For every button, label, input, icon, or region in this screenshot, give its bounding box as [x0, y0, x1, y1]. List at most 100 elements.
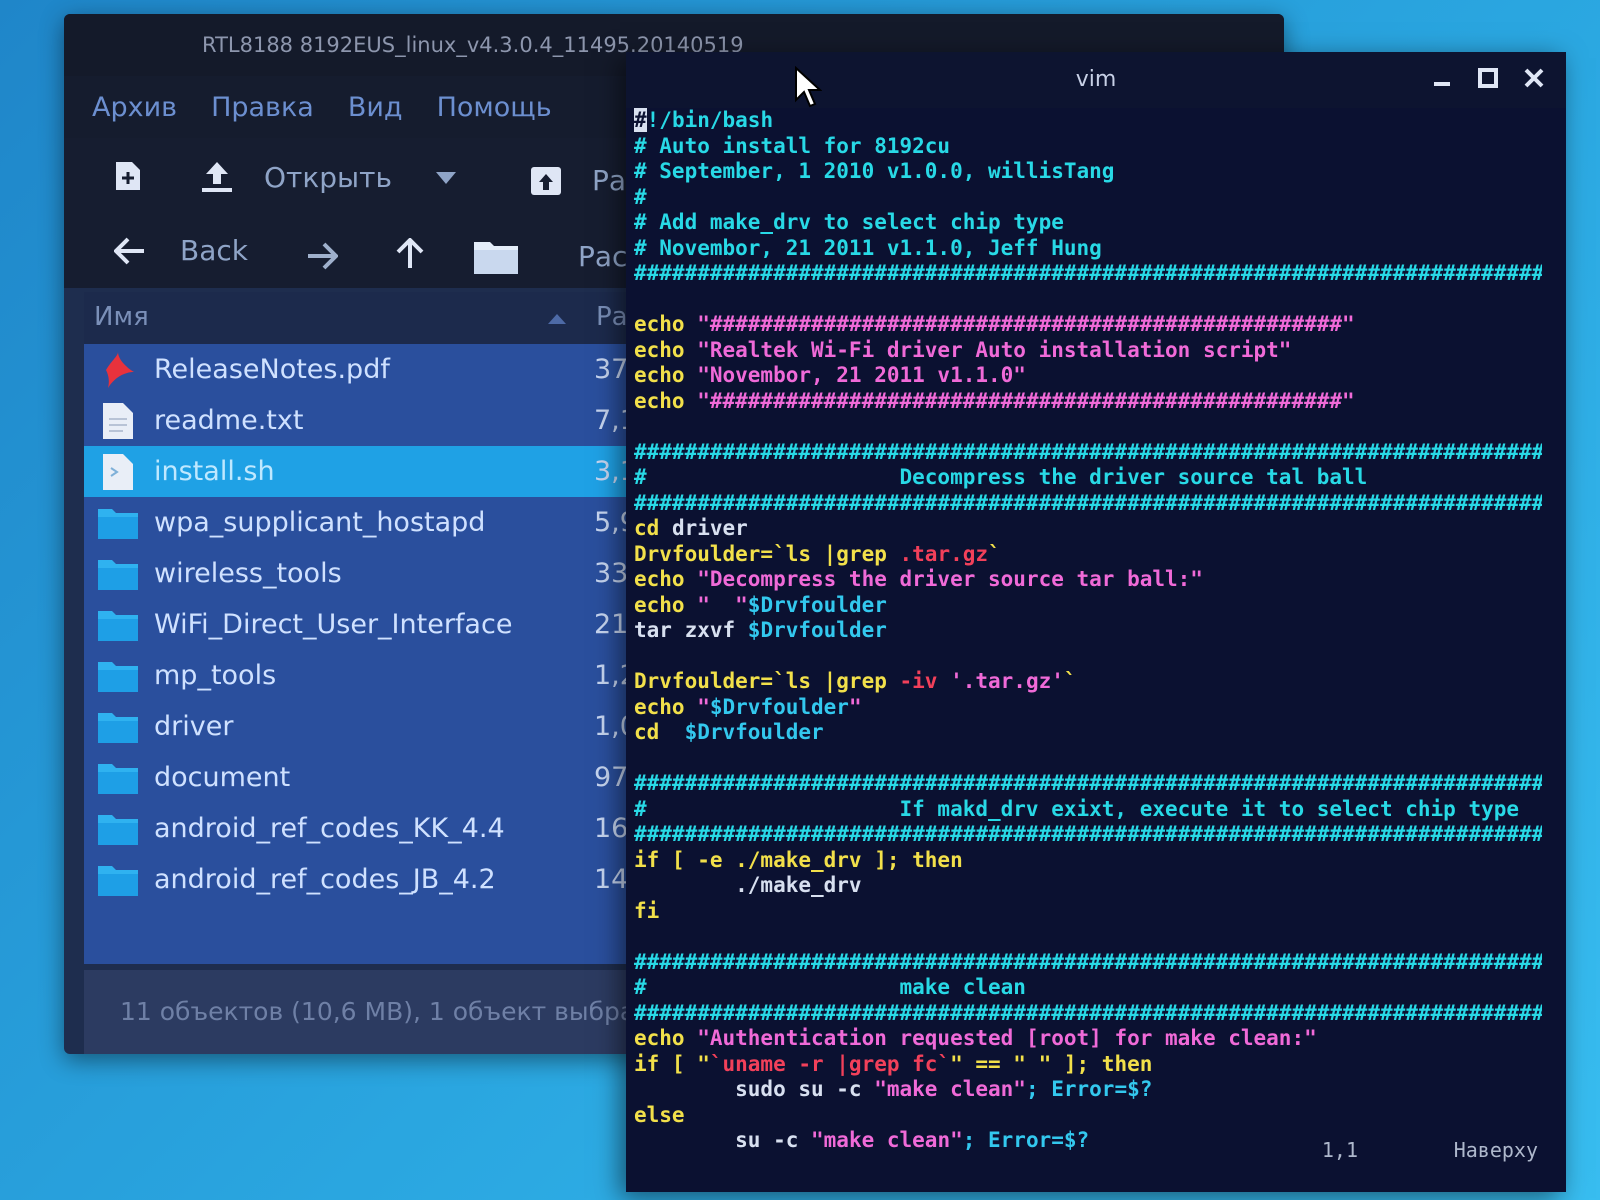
code-token: `ls |grep — [773, 669, 900, 693]
file-row[interactable]: readme.txt 7,1 — [84, 395, 704, 446]
file-row[interactable]: WiFi_Direct_User_Interface 21 — [84, 599, 704, 650]
code-token: "Novembor, 21 2011 v1.1.0" — [697, 363, 1026, 387]
code-token: sudo su -c — [634, 1077, 875, 1101]
menu-view[interactable]: Вид — [348, 92, 403, 123]
close-icon — [1524, 68, 1544, 88]
location-button[interactable]: Рас — [472, 236, 627, 276]
menu-help[interactable]: Помощь — [437, 92, 552, 123]
window-controls — [1430, 66, 1546, 90]
code-token: # If makd_drv exixt, execute it to selec… — [634, 796, 1520, 821]
code-token: ########################################… — [634, 949, 1542, 974]
code-line: #!/bin/bash — [634, 108, 1542, 134]
code-token: # Novembor, 21 2011 v1.1.0, Jeff Hung — [634, 235, 1102, 260]
minimize-button[interactable] — [1430, 66, 1454, 90]
extract-label: Ра — [592, 164, 627, 197]
folder-icon — [96, 860, 140, 900]
code-line: cd driver — [634, 516, 1542, 542]
menu-archive[interactable]: Архив — [92, 92, 177, 123]
file-row[interactable]: android_ref_codes_KK_4.4 16 — [84, 803, 704, 854]
code-token: fi — [634, 898, 660, 923]
code-token: # Auto install for 8192cu — [634, 133, 951, 158]
script-file-icon — [96, 452, 140, 492]
column-size[interactable]: Ра — [596, 302, 628, 332]
code-token: -iv — [899, 669, 951, 693]
code-line: # make clean — [634, 975, 1542, 1001]
maximize-button[interactable] — [1476, 66, 1500, 90]
sort-ascending-icon — [548, 314, 566, 324]
code-line: echo "Novembor, 21 2011 v1.1.0" — [634, 363, 1542, 389]
code-line: echo " "$Drvfoulder — [634, 593, 1542, 619]
code-line: echo "$Drvfoulder" — [634, 695, 1542, 721]
up-button[interactable] — [396, 238, 424, 270]
code-token: ########################################… — [634, 490, 1542, 515]
file-row[interactable]: document 97 — [84, 752, 704, 803]
code-token: ########################################… — [634, 1000, 1542, 1025]
file-row[interactable]: ReleaseNotes.pdf 37 — [84, 344, 704, 395]
menu-edit[interactable]: Правка — [211, 92, 314, 123]
file-list: ReleaseNotes.pdf 37 readme.txt 7,1 install.s… — [84, 344, 704, 964]
file-name: install.sh — [154, 456, 275, 487]
file-name: driver — [154, 711, 234, 742]
file-size: 97 — [594, 762, 629, 793]
code-token: cd — [634, 720, 685, 744]
file-name: readme.txt — [154, 405, 304, 436]
code-line: ########################################… — [634, 261, 1542, 287]
new-archive-button[interactable] — [114, 160, 142, 192]
code-line: cd $Drvfoulder — [634, 720, 1542, 746]
file-row[interactable]: driver 1,0 — [84, 701, 704, 752]
open-dropdown-button[interactable] — [436, 172, 456, 184]
code-token: Drvfoulder= — [634, 541, 774, 566]
file-row[interactable]: mp_tools 1,2 — [84, 650, 704, 701]
column-name[interactable]: Имя — [94, 302, 149, 332]
vim-title: vim — [1075, 67, 1117, 92]
code-token: driver — [671, 516, 748, 540]
code-token: # make clean — [634, 975, 1026, 999]
code-token: $Drvfoulder — [747, 618, 887, 642]
open-button[interactable]: Открыть — [200, 160, 392, 194]
back-button[interactable]: Back — [114, 234, 248, 267]
vim-buffer[interactable]: #!/bin/bash # Auto install for 8192cu # Se… — [634, 108, 1542, 1154]
file-row[interactable]: wireless_tools 33 — [84, 548, 704, 599]
code-token: ########################################… — [634, 822, 1542, 846]
folder-icon — [96, 605, 140, 645]
upload-icon — [202, 162, 232, 192]
maximize-icon — [1478, 68, 1498, 88]
arrow-left-icon — [114, 237, 144, 264]
code-line: Drvfoulder=`ls |grep -iv '.tar.gz'` — [634, 669, 1542, 695]
file-size: 33 — [594, 558, 629, 589]
code-line: echo "Decompress the driver source tar b… — [634, 567, 1542, 593]
code-token: Drvfoulder= — [634, 669, 774, 693]
file-name: wpa_supplicant_hostapd — [154, 507, 486, 538]
code-token: `uname -r |grep fc` — [709, 1051, 951, 1076]
code-line: # Novembor, 21 2011 v1.1.0, Jeff Hung — [634, 236, 1542, 262]
file-name: document — [154, 762, 291, 793]
code-line: ########################################… — [634, 491, 1542, 517]
vim-titlebar: vim — [626, 52, 1566, 108]
code-line: ########################################… — [634, 771, 1542, 797]
code-line: fi — [634, 899, 1542, 925]
code-token: # — [634, 108, 647, 132]
code-token: " == " " ]; then — [950, 1051, 1153, 1076]
code-line: ########################################… — [634, 950, 1542, 976]
code-token: echo — [634, 592, 698, 617]
close-button[interactable] — [1522, 66, 1546, 90]
file-name: ReleaseNotes.pdf — [154, 354, 390, 385]
text-file-icon — [96, 401, 140, 441]
code-token: echo — [634, 567, 698, 591]
file-row[interactable]: wpa_supplicant_hostapd 5,9 — [84, 497, 704, 548]
code-token: " — [697, 694, 710, 719]
code-line: echo "##################################… — [634, 389, 1542, 415]
vim-window: vim #!/bin/bash # Auto install for 8192cu… — [626, 52, 1566, 1192]
file-size: 14 — [594, 864, 629, 895]
code-line: ########################################… — [634, 440, 1542, 466]
folder-icon — [474, 242, 518, 274]
file-row[interactable]: android_ref_codes_JB_4.2 14 — [84, 854, 704, 905]
code-token: " " — [697, 592, 748, 617]
code-token: echo — [634, 388, 698, 413]
file-row[interactable]: install.sh 3,1 — [84, 446, 704, 497]
forward-button[interactable] — [306, 242, 338, 270]
extract-button[interactable]: Ра — [530, 164, 626, 197]
code-token: if [ " — [634, 1051, 710, 1076]
